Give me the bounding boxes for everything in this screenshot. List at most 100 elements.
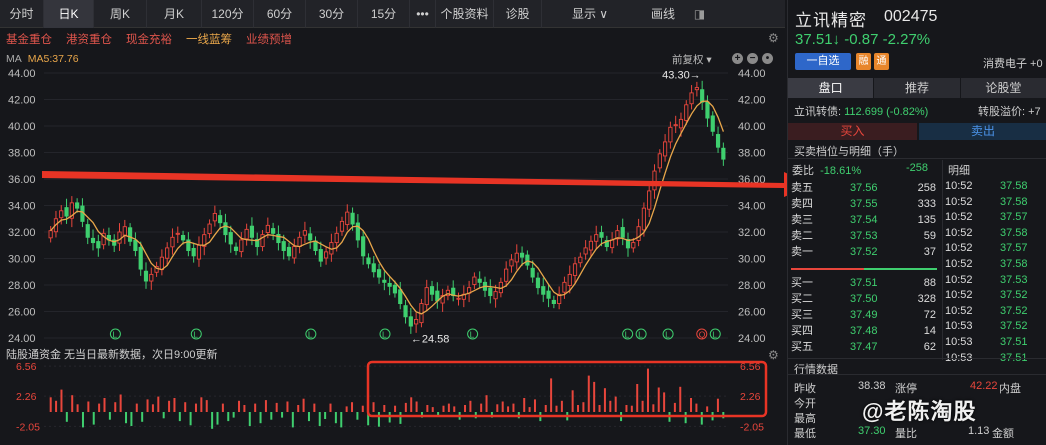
tab-diagnose[interactable]: 诊股 bbox=[494, 0, 542, 28]
fund-flow-bar bbox=[151, 404, 154, 412]
display-dropdown[interactable]: 显示 ∨ bbox=[542, 0, 638, 28]
tick-price: 37.52 bbox=[1000, 320, 1028, 333]
fund-flow-bar bbox=[388, 412, 391, 423]
fund-flow-bar bbox=[221, 403, 224, 412]
tab-stock-profile[interactable]: 个股资料 bbox=[436, 0, 494, 28]
fund-flow-bar bbox=[361, 405, 364, 412]
candle bbox=[313, 240, 318, 251]
candle bbox=[668, 126, 673, 143]
tab-recommend[interactable]: 推荐 bbox=[874, 78, 961, 98]
tab-60min[interactable]: 60分 bbox=[254, 0, 306, 28]
stock-name: 立讯精密 bbox=[795, 11, 867, 30]
y-tick-label-right: 40.00 bbox=[738, 121, 766, 133]
tab-forum[interactable]: 论股堂 bbox=[960, 78, 1046, 98]
sell-button[interactable]: 卖出 bbox=[919, 123, 1046, 140]
candle bbox=[244, 228, 249, 240]
gear-icon[interactable]: ⚙ bbox=[768, 31, 779, 45]
fund-flow-bar bbox=[238, 400, 241, 412]
tab-orderbook[interactable]: 盘口 bbox=[788, 78, 875, 98]
add-watchlist-button[interactable]: 一自选 bbox=[795, 53, 851, 70]
candle bbox=[541, 286, 546, 295]
fund-flow-bar bbox=[668, 412, 671, 422]
tag-bluechip[interactable]: 一线蓝筹 bbox=[186, 31, 232, 47]
tick-time: 10:52 bbox=[945, 211, 973, 224]
candle bbox=[308, 233, 313, 241]
fund-flow-bar bbox=[98, 403, 101, 412]
tick-row: 10:53 37.52 bbox=[788, 318, 1046, 334]
prev-close-label: 昨收 bbox=[794, 383, 816, 395]
y-tick-label-right: 24.00 bbox=[738, 333, 766, 344]
candle bbox=[133, 239, 138, 251]
candle bbox=[366, 257, 371, 265]
period-tabs: 分时 日K 周K 月K 120分 60分 30分 15分 ••• 个股资料 诊股… bbox=[0, 0, 785, 28]
tag-cash-rich[interactable]: 现金充裕 bbox=[126, 31, 172, 47]
fund-flow-bar bbox=[318, 412, 321, 426]
event-marker-letter: L bbox=[470, 330, 475, 340]
tick-row: 10:52 37.58 bbox=[788, 225, 1046, 241]
fund-flow-bar bbox=[630, 405, 633, 412]
fund-flow-bar bbox=[297, 405, 300, 412]
tab-30min[interactable]: 30分 bbox=[306, 0, 358, 28]
tab-15min[interactable]: 15分 bbox=[358, 0, 410, 28]
candle bbox=[572, 263, 578, 276]
more-tabs-button[interactable]: ••• bbox=[410, 0, 436, 28]
candle bbox=[207, 223, 212, 235]
tag-hk-heavy[interactable]: 港资重仓 bbox=[66, 31, 112, 47]
fund-gear-icon[interactable]: ⚙ bbox=[768, 348, 779, 362]
candle bbox=[218, 215, 223, 224]
candle bbox=[519, 252, 525, 258]
fund-flow-bar bbox=[248, 412, 251, 426]
margin-badge[interactable]: 融 bbox=[856, 53, 871, 70]
candle bbox=[85, 224, 90, 238]
fund-flow-bar bbox=[259, 412, 262, 424]
fund-flow-bar bbox=[227, 412, 230, 422]
y-tick-label: 36.00 bbox=[8, 174, 36, 186]
convertible-bond[interactable]: 立讯转债: 112.699 (-0.82%) bbox=[794, 103, 928, 119]
tab-intraday[interactable]: 分时 bbox=[0, 0, 44, 28]
candle bbox=[297, 236, 302, 248]
fund-flow-bar bbox=[625, 405, 628, 412]
tick-time: 10:52 bbox=[945, 289, 973, 302]
candle bbox=[265, 224, 270, 233]
event-marker-letter: L bbox=[193, 330, 198, 340]
fund-flow-bar bbox=[141, 412, 144, 422]
inner-vol-label: 内盘 bbox=[999, 383, 1021, 395]
candle bbox=[159, 256, 164, 271]
tag-fund-heavy[interactable]: 基金重仓 bbox=[6, 31, 52, 47]
fund-flow-bar bbox=[211, 412, 214, 429]
candle bbox=[212, 212, 217, 222]
fund-flow-bar bbox=[539, 412, 542, 422]
buy-button[interactable]: 买入 bbox=[788, 123, 917, 140]
draw-line-button[interactable]: 画线 bbox=[638, 0, 688, 28]
tick-time: 10:52 bbox=[945, 258, 973, 270]
fund-flow-bar bbox=[125, 412, 128, 424]
candle bbox=[143, 270, 149, 282]
vol-ratio-value: 1.13 bbox=[968, 425, 990, 437]
tab-daily-k[interactable]: 日K bbox=[44, 0, 94, 28]
conversion-premium: 转股溢价: +7 bbox=[978, 106, 1041, 118]
tab-weekly-k[interactable]: 周K bbox=[94, 0, 147, 28]
fund-flow-bar bbox=[281, 412, 284, 418]
kline-chart[interactable]: 44.00 44.00 42.00 42.00 40.00 40.00 38.00 38.00… bbox=[0, 62, 785, 344]
candle bbox=[456, 297, 461, 300]
y-tick-label: 30.00 bbox=[8, 254, 36, 266]
y-tick-label: 44.00 bbox=[8, 68, 36, 80]
panel-toggle-icon[interactable]: ◨ bbox=[688, 0, 711, 28]
weibi-pct: -18.61% bbox=[820, 165, 862, 177]
tab-120min[interactable]: 120分 bbox=[202, 0, 254, 28]
candle bbox=[514, 252, 519, 263]
connect-badge[interactable]: 通 bbox=[874, 53, 889, 70]
candle bbox=[302, 230, 307, 236]
candle bbox=[392, 284, 398, 294]
candle bbox=[493, 291, 498, 300]
tab-monthly-k[interactable]: 月K bbox=[147, 0, 202, 28]
fund-flow-bar bbox=[146, 399, 149, 412]
tick-time: 10:52 bbox=[945, 273, 973, 286]
tag-profit-up[interactable]: 业绩预增 bbox=[246, 31, 292, 47]
industry-tag[interactable]: 消费电子 +0 bbox=[983, 55, 1043, 71]
fund-flow-bar bbox=[232, 412, 235, 418]
candle bbox=[414, 319, 419, 325]
fund-flow-bar bbox=[485, 395, 488, 412]
tick-time: 10:52 bbox=[945, 226, 973, 239]
y-tick-label: 40.00 bbox=[8, 121, 36, 133]
